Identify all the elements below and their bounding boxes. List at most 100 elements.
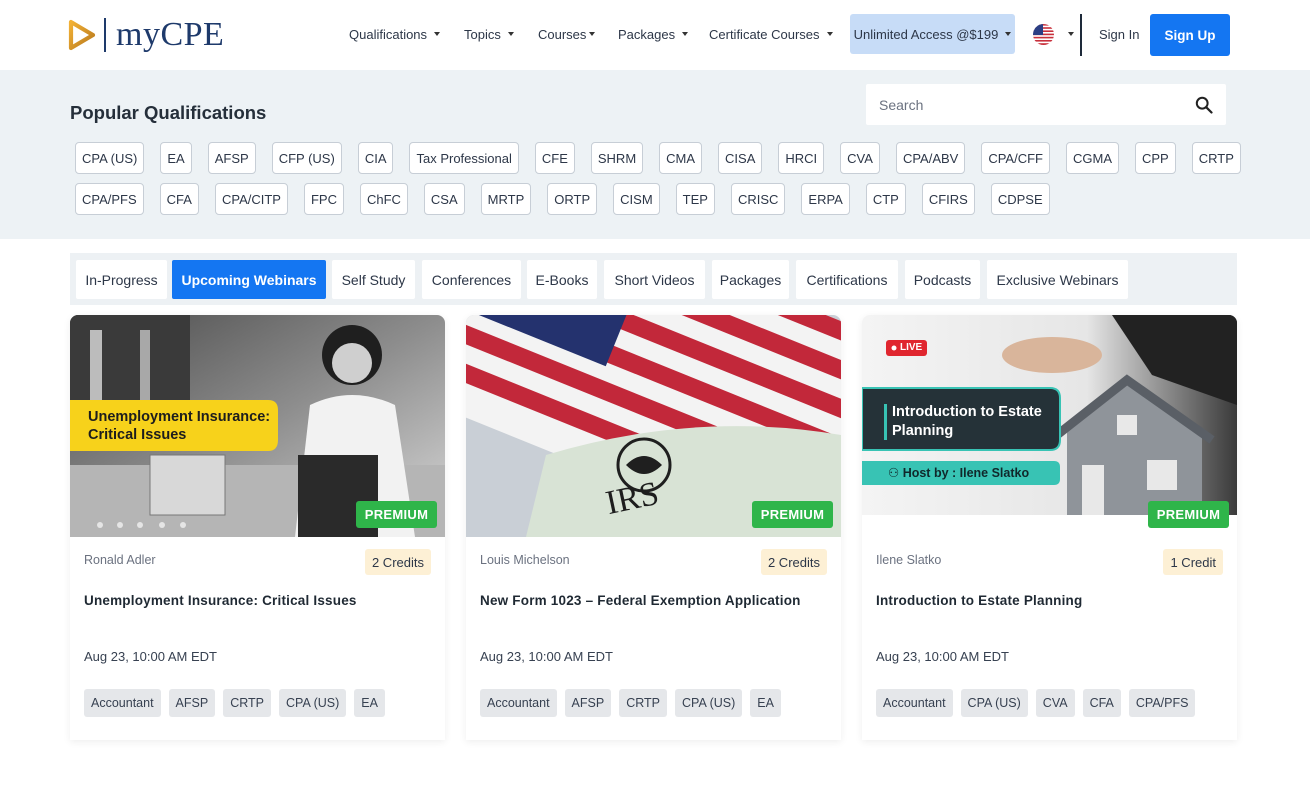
card-date: Aug 23, 10:00 AM EDT <box>876 649 1009 664</box>
mycpe-logo[interactable]: myCPE <box>68 16 224 54</box>
qualification-chip[interactable]: CFIRS <box>921 183 975 215</box>
search-icon[interactable] <box>1195 96 1213 114</box>
qualification-chip[interactable]: TEP <box>675 183 715 215</box>
nav-packages[interactable]: Packages <box>618 14 689 54</box>
webinar-card[interactable]: IRS PREMIUM Louis Michelson 2 Credits Ne… <box>466 315 841 740</box>
logo-divider <box>104 18 106 52</box>
logo-text: myCPE <box>116 16 225 53</box>
qualification-chip[interactable]: ChFC <box>359 183 408 215</box>
qualification-tag: AFSP <box>564 689 612 717</box>
speaker-name: Ronald Adler <box>84 553 156 567</box>
caret-down-icon <box>826 32 833 36</box>
nav-courses[interactable]: Courses <box>538 14 596 54</box>
tab-conferences[interactable]: Conferences <box>422 260 521 299</box>
unlimited-access-button[interactable]: Unlimited Access @$199 <box>850 14 1015 54</box>
qualification-chip[interactable]: CSA <box>423 183 465 215</box>
content-tabs: In-Progress Upcoming Webinars Self Study… <box>70 253 1237 305</box>
tab-upcoming-webinars[interactable]: Upcoming Webinars <box>172 260 326 299</box>
webinar-card[interactable]: Introduction to Estate Planning ⚇ Host b… <box>862 315 1237 740</box>
us-flag-icon[interactable] <box>1033 24 1054 45</box>
qualification-chip[interactable]: CGMA <box>1065 142 1119 174</box>
search-box[interactable] <box>866 84 1226 125</box>
qualification-tag: AFSP <box>168 689 216 717</box>
qualification-tag: CPA (US) <box>279 689 347 717</box>
qualification-chip[interactable]: CMA <box>659 142 703 174</box>
qualification-chip[interactable]: CRISC <box>730 183 786 215</box>
qualification-tag: Accountant <box>876 689 953 717</box>
qualification-chip[interactable]: CPA/CITP <box>214 183 288 215</box>
tab-short-videos[interactable]: Short Videos <box>604 260 705 299</box>
sign-in-link[interactable]: Sign In <box>1099 14 1139 54</box>
qualification-chip[interactable]: CRTP <box>1191 142 1241 174</box>
qualification-tag: CRTP <box>223 689 272 717</box>
qualification-chip[interactable]: HRCI <box>778 142 825 174</box>
qualification-chip[interactable]: Tax Professional <box>409 142 519 174</box>
qualification-tag: CVA <box>1035 689 1075 717</box>
tab-podcasts[interactable]: Podcasts <box>905 260 980 299</box>
qualification-chip[interactable]: CPA (US) <box>75 142 145 174</box>
qualification-chip[interactable]: CISA <box>718 142 763 174</box>
qualification-chip[interactable]: CIA <box>357 142 394 174</box>
nav-topics[interactable]: Topics <box>464 14 514 54</box>
premium-badge: PREMIUM <box>356 501 437 528</box>
qualification-chip[interactable]: CFA <box>159 183 199 215</box>
thumbnail-caption: Introduction to Estate Planning <box>892 404 1042 439</box>
premium-badge: PREMIUM <box>752 501 833 528</box>
nav-certificate-courses-label: Certificate Courses <box>709 26 820 42</box>
tab-exclusive-webinars[interactable]: Exclusive Webinars <box>987 260 1128 299</box>
caret-down-icon <box>589 32 596 36</box>
sign-up-button[interactable]: Sign Up <box>1150 14 1230 56</box>
qualification-chip[interactable]: MRTP <box>480 183 532 215</box>
thumbnail-host-label: Host by : Ilene Slatko <box>902 466 1030 480</box>
qualification-chip[interactable]: EA <box>160 142 192 174</box>
qualification-chip[interactable]: FPC <box>303 183 344 215</box>
caret-down-icon <box>682 32 689 36</box>
qualification-chip[interactable]: CPA/PFS <box>75 183 144 215</box>
qualification-chips-row-1: CPA (US) EA AFSP CFP (US) CIA Tax Professiona… <box>75 142 1257 174</box>
qualification-chip[interactable]: CFE <box>534 142 575 174</box>
qualification-chip[interactable]: CISM <box>613 183 660 215</box>
qualification-chip[interactable]: SHRM <box>590 142 644 174</box>
tab-self-study[interactable]: Self Study <box>332 260 415 299</box>
nav-packages-label: Packages <box>618 26 676 42</box>
host-icon: ⚇ <box>888 466 903 480</box>
card-title[interactable]: New Form 1023 – Federal Exemption Applic… <box>480 593 801 608</box>
search-input[interactable] <box>879 96 1179 113</box>
qualification-tag: EA <box>750 689 781 717</box>
header-divider <box>1080 14 1082 56</box>
qualification-tag: CPA (US) <box>675 689 743 717</box>
qualification-chip[interactable]: CPA/ABV <box>895 142 966 174</box>
thumbnail-caption: Unemployment Insurance: Critical Issues <box>88 409 271 443</box>
caret-down-icon <box>1005 32 1012 36</box>
card-date: Aug 23, 10:00 AM EDT <box>84 649 217 664</box>
speaker-name: Ilene Slatko <box>876 553 942 567</box>
nav-qualifications[interactable]: Qualifications <box>349 14 441 54</box>
tab-certifications[interactable]: Certifications <box>796 260 898 299</box>
qualification-chip[interactable]: CTP <box>865 183 906 215</box>
nav-certificate-courses[interactable]: Certificate Courses <box>709 14 833 54</box>
qualification-tag: EA <box>354 689 385 717</box>
nav-qualifications-label: Qualifications <box>349 26 428 42</box>
card-tags: Accountant AFSP CRTP CPA (US) EA <box>84 689 393 717</box>
qualification-chip[interactable]: AFSP <box>207 142 256 174</box>
card-title[interactable]: Unemployment Insurance: Critical Issues <box>84 593 357 608</box>
language-caret-icon[interactable] <box>1068 32 1074 36</box>
qualification-chip[interactable]: CPP <box>1134 142 1176 174</box>
qualification-tag: CPA/PFS <box>1128 689 1196 717</box>
qualification-chip[interactable]: CDPSE <box>990 183 1050 215</box>
qualification-chip[interactable]: ORTP <box>547 183 598 215</box>
card-title[interactable]: Introduction to Estate Planning <box>876 593 1082 608</box>
tab-packages[interactable]: Packages <box>712 260 789 299</box>
qualification-chip[interactable]: CPA/CFF <box>981 142 1050 174</box>
tab-e-books[interactable]: E-Books <box>527 260 597 299</box>
qualification-tag: CPA (US) <box>960 689 1028 717</box>
qualification-chip[interactable]: CFP (US) <box>271 142 342 174</box>
qualification-chip[interactable]: ERPA <box>801 183 850 215</box>
qualification-chip[interactable]: CVA <box>840 142 880 174</box>
tab-in-progress[interactable]: In-Progress <box>76 260 167 299</box>
premium-badge: PREMIUM <box>1148 501 1229 528</box>
webinar-card[interactable]: Unemployment Insurance: Critical Issues … <box>70 315 445 740</box>
popular-qualifications-section: Popular Qualifications CPA (US) EA AFSP CFP… <box>0 70 1310 239</box>
qualification-tag: CRTP <box>619 689 668 717</box>
nav-topics-label: Topics <box>464 26 501 42</box>
